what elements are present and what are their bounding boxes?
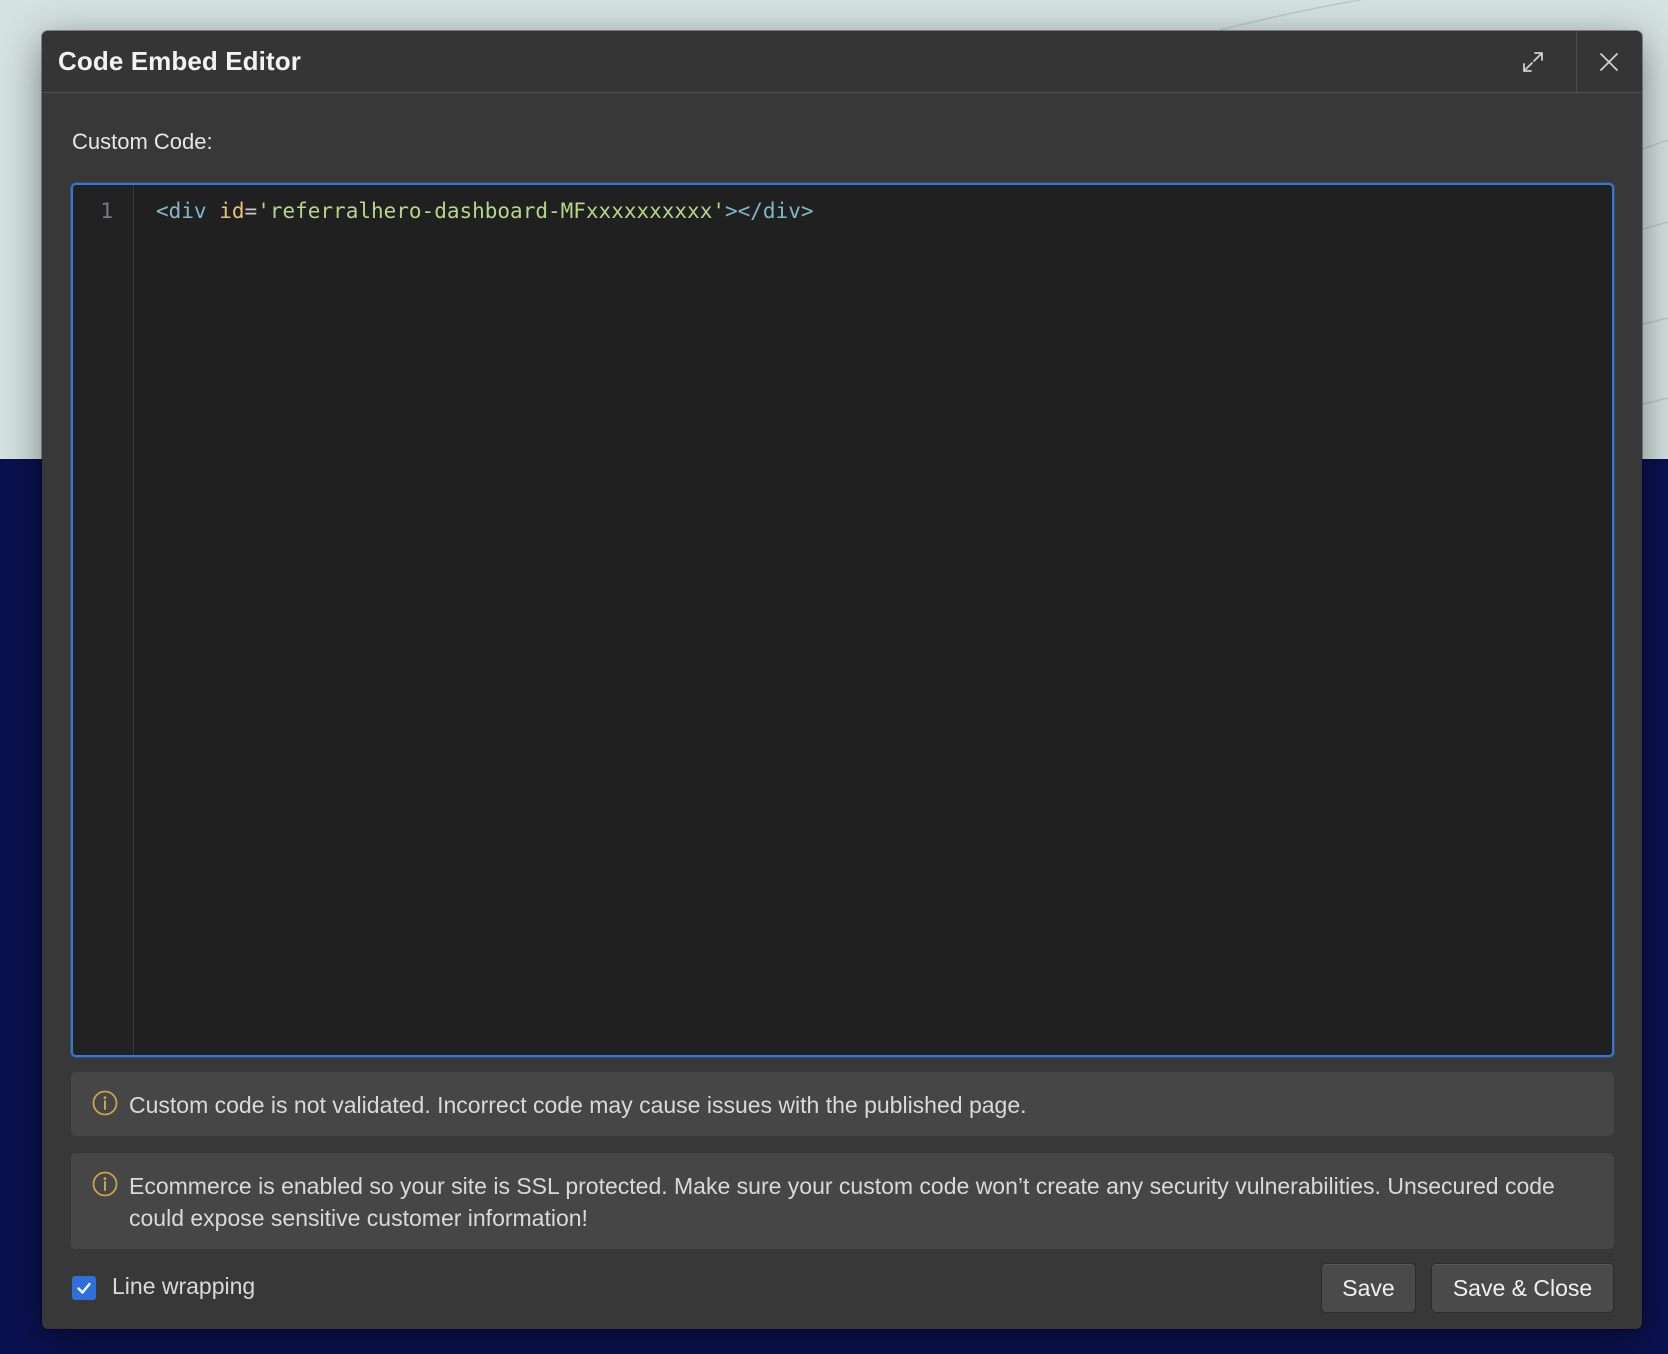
code-embed-editor-dialog: Code Embed Editor Custom Code: 1 <div id…: [42, 31, 1642, 1329]
line-number-gutter: 1: [73, 185, 134, 1055]
code-editor[interactable]: 1 <div id='referralhero-dashboard-MFxxxx…: [71, 183, 1614, 1057]
code-token-tag-open: <div: [156, 199, 207, 223]
line-wrapping-label[interactable]: Line wrapping: [112, 1273, 255, 1300]
info-icon: [92, 1171, 118, 1197]
code-token-tag-close: ></div>: [724, 199, 814, 223]
custom-code-label: Custom Code:: [72, 129, 213, 154]
line-wrapping-checkbox[interactable]: [72, 1276, 96, 1300]
code-token-attr-name: id: [219, 199, 245, 223]
expand-icon: [1523, 52, 1543, 72]
check-icon: [77, 1282, 91, 1294]
dialog-header: Code Embed Editor: [42, 31, 1642, 93]
close-button[interactable]: [1589, 42, 1629, 82]
save-and-close-button[interactable]: Save & Close: [1431, 1263, 1614, 1313]
validation-notice-text: Custom code is not validated. Incorrect …: [129, 1092, 1027, 1118]
ssl-notice-text: Ecommerce is enabled so your site is SSL…: [129, 1173, 1555, 1231]
code-line[interactable]: <div id='referralhero-dashboard-MFxxxxxx…: [156, 199, 814, 223]
dialog-title: Code Embed Editor: [58, 46, 301, 76]
validation-notice: Custom code is not validated. Incorrect …: [71, 1072, 1614, 1136]
info-icon: [92, 1090, 118, 1116]
code-token-equals: =: [244, 199, 258, 223]
expand-button[interactable]: [1513, 42, 1553, 82]
header-divider: [1576, 31, 1577, 93]
ssl-notice: Ecommerce is enabled so your site is SSL…: [71, 1153, 1614, 1249]
line-number: 1: [100, 199, 113, 223]
save-button[interactable]: Save: [1321, 1263, 1416, 1313]
code-token-attr-value: 'referralhero-dashboard-MFxxxxxxxxxx': [257, 199, 725, 223]
close-icon: [1600, 53, 1618, 71]
